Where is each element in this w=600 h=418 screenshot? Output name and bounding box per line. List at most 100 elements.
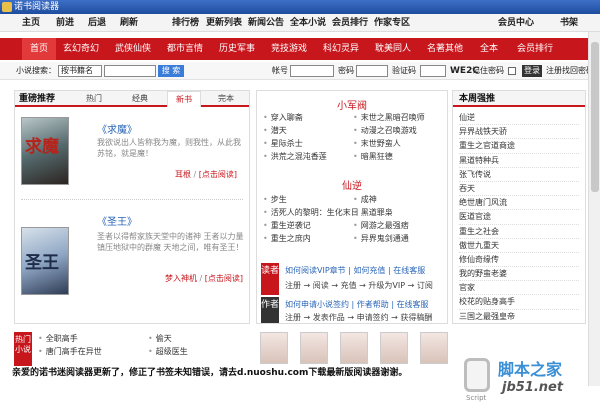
list-item[interactable]: 仙逆 [459,111,579,126]
list-item[interactable]: 星际杀士 [263,137,327,150]
search-button[interactable]: 搜 索 [158,65,184,77]
list-item[interactable]: 重生逆袭记 [263,219,359,232]
list-item[interactable]: 末世野蛮人 [353,137,425,150]
book-thumb[interactable] [260,332,288,364]
nav-bookshelf[interactable]: 书架 [560,14,578,32]
book-author[interactable]: 耳根 [175,170,191,179]
list-item[interactable]: 偷天 [148,332,188,345]
vip-help-link[interactable]: 如何阅读VIP章节 [285,266,346,275]
nav-back[interactable]: 后退 [88,14,106,32]
book-title[interactable]: 《求魔》 [97,121,137,136]
password-input[interactable] [356,65,388,77]
step-author-register[interactable]: 注册 [285,313,301,322]
list-item[interactable]: 网游之最强痞 [353,219,409,232]
list-item[interactable]: 重生之社会 [459,225,579,239]
list-item[interactable]: 潜天 [263,124,327,137]
list-item[interactable]: 穿入聊斋 [263,111,327,124]
tab-hot[interactable]: 热门 [79,91,109,107]
list-item[interactable]: 末世之黑暗召唤师 [353,111,425,124]
search-type-select[interactable]: 按书籍名 [58,65,102,77]
list-item[interactable]: 三国之最强皇帝 [459,310,579,324]
nav-news[interactable]: 新闻公告 [248,14,284,32]
cat-classics[interactable]: 名著其他 [422,38,468,60]
list-item[interactable]: 唐门高手在异世 [38,345,102,358]
step-subscribe[interactable]: 订阅 [417,281,433,290]
list-item[interactable]: 吞天 [459,182,579,197]
section-title-1[interactable]: 小军阀 [257,97,447,112]
scrollbar-thumb[interactable] [591,42,599,192]
list-item[interactable]: 傲世九重天 [459,239,579,253]
list-item[interactable]: 洪荒之混沌香莲 [263,150,327,163]
tab-new[interactable]: 新书 [167,91,201,107]
book-thumb[interactable] [420,332,448,364]
list-item[interactable]: 医道官途 [459,210,579,225]
list-item[interactable]: 异界战铁天骄 [459,125,579,140]
step-recharge[interactable]: 充值 [341,281,357,290]
cat-urban[interactable]: 都市言情 [162,38,208,60]
code-input[interactable] [420,65,446,77]
step-royalty[interactable]: 获得稿酬 [400,313,432,322]
step-register[interactable]: 注册 [285,281,301,290]
list-item[interactable]: 黑道罪枭 [353,206,409,219]
cat-wuxia[interactable]: 武侠仙侠 [110,38,156,60]
book-thumb[interactable] [300,332,328,364]
list-item[interactable]: 黑道特种兵 [459,154,579,168]
remember-checkbox[interactable] [508,67,516,75]
list-item[interactable]: 成神 [353,193,409,206]
nav-forward[interactable]: 前进 [56,14,74,32]
account-input[interactable] [290,65,334,77]
nav-author-zone[interactable]: 作家专区 [374,14,410,32]
list-item[interactable]: 超级医生 [148,345,188,358]
cat-danmei[interactable]: 耽美同人 [370,38,416,60]
recharge-help-link[interactable]: 如何充值 [353,266,385,275]
cat-full[interactable]: 全本 [474,38,504,60]
list-item[interactable]: 校花的贴身高手 [459,295,579,310]
service-link[interactable]: 在线客服 [393,266,425,275]
book-author[interactable]: 梦入神机 [165,274,197,283]
section-title-2[interactable]: 仙逆 [257,177,447,192]
vertical-scrollbar[interactable] [588,32,600,386]
list-item[interactable]: 修仙奇缘传 [459,253,579,268]
cat-member-rank[interactable]: 会员排行 [510,38,560,60]
book-cover-qiumo[interactable]: 求魔 [21,117,69,185]
step-read[interactable]: 阅读 [313,281,329,290]
tab-finished[interactable]: 完本 [211,91,241,107]
list-item[interactable]: 官家 [459,281,579,296]
cat-games[interactable]: 竞技游戏 [266,38,312,60]
tab-classic[interactable]: 经典 [125,91,155,107]
list-item[interactable]: 暗黑狂德 [353,150,425,163]
cat-history[interactable]: 历史军事 [214,38,260,60]
list-item[interactable]: 绝世唐门风流 [459,196,579,211]
list-item[interactable]: 步生 [263,193,359,206]
book-thumb[interactable] [380,332,408,364]
read-link[interactable]: [点击阅读] [199,170,237,179]
nav-member-rank[interactable]: 会员排行 [332,14,368,32]
cat-fantasy[interactable]: 玄幻奇幻 [58,38,104,60]
read-link[interactable]: [点击阅读] [205,274,243,283]
cat-home[interactable]: 首页 [22,38,56,60]
nav-home[interactable]: 主页 [22,14,40,32]
book-cover-shengwang[interactable]: 圣王 [21,227,69,295]
step-publish[interactable]: 发表作品 [313,313,345,322]
nav-member-center[interactable]: 会员中心 [498,14,534,32]
list-item[interactable]: 重生之官道商途 [459,139,579,154]
list-item[interactable]: 张飞传说 [459,168,579,182]
book-title[interactable]: 《圣王》 [97,213,137,228]
login-button[interactable]: 登录 [522,65,542,77]
step-sign[interactable]: 申请签约 [357,313,389,322]
nav-complete[interactable]: 全本小说 [290,14,326,32]
list-item[interactable]: 动漫之召唤游戏 [353,124,425,137]
list-item[interactable]: 异界鬼剑通通 [353,232,409,245]
search-input[interactable] [104,65,156,77]
step-vip[interactable]: 升级为VIP [368,281,405,290]
nav-rank[interactable]: 排行榜 [172,14,199,32]
list-item[interactable]: 全职高手 [38,332,102,345]
list-item[interactable]: 重生之庶内 [263,232,359,245]
list-item[interactable]: 我的野蛮老婆 [459,267,579,282]
nav-refresh[interactable]: 刷新 [120,14,138,32]
book-thumb[interactable] [340,332,368,364]
author-help-link[interactable]: 作者帮助 [357,300,389,309]
author-service-link[interactable]: 在线客服 [397,300,429,309]
sign-help-link[interactable]: 如何申请小说签约 [285,300,349,309]
register-link[interactable]: 注册 [546,62,562,80]
